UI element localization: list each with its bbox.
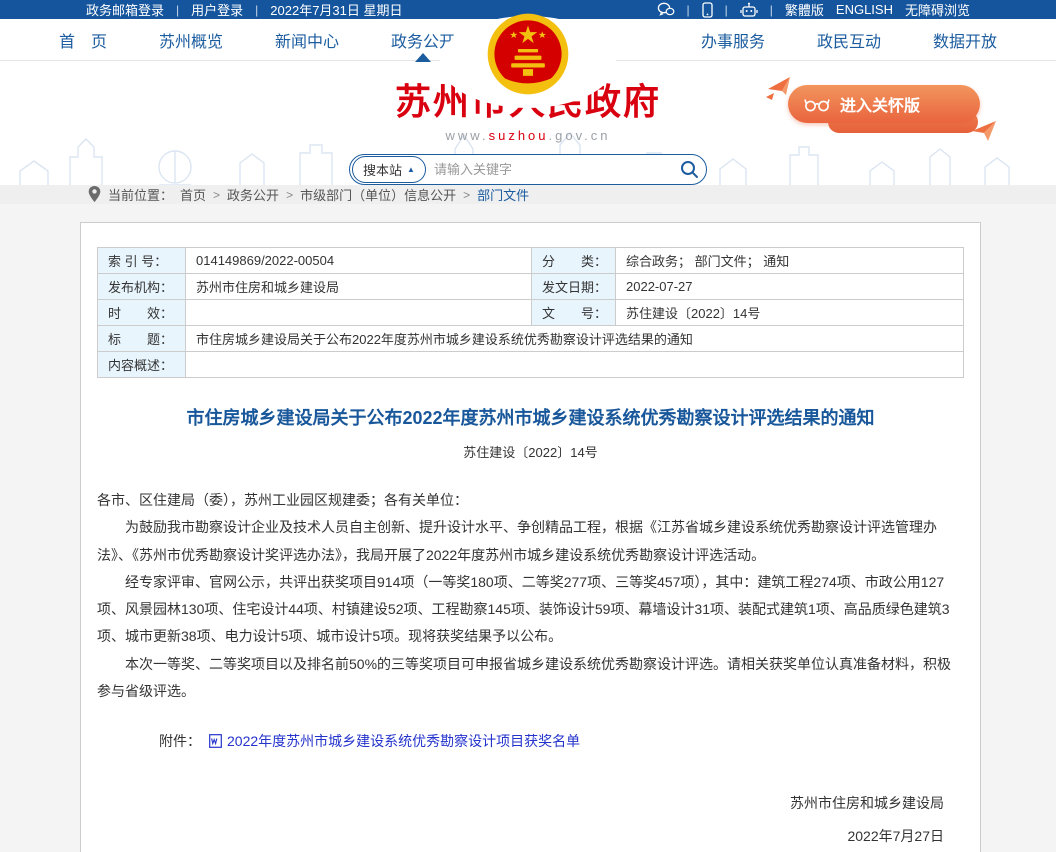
attachment-label: 附件：: [159, 731, 201, 751]
care-button-label: 进入关怀版: [840, 92, 920, 116]
page: 政务邮箱登录 | 用户登录 | 2022年7月31日 星期日 | |: [0, 0, 1056, 852]
nav-item-open-data[interactable]: 数据开放: [929, 19, 1001, 61]
breadcrumb-dept-documents[interactable]: 部门文件: [477, 185, 529, 204]
national-emblem: [486, 12, 570, 101]
mail-login-link[interactable]: 政务邮箱登录: [86, 0, 164, 19]
breadcrumb-separator: >: [286, 188, 293, 202]
document-meta-table: 索 引 号： 014149869/2022-00504 分 类： 综合政务； 部…: [97, 247, 964, 378]
search-scope-label: 搜本站: [363, 160, 402, 179]
english-version-link[interactable]: ENGLISH: [836, 2, 893, 17]
search-icon: [680, 160, 699, 179]
separator: |: [687, 3, 690, 17]
table-row: 索 引 号： 014149869/2022-00504 分 类： 综合政务； 部…: [98, 248, 964, 274]
nav-item-news[interactable]: 新闻中心: [271, 19, 343, 61]
attachment-line: 附件： 2022年度苏州市城乡建设系统优秀勘察设计项目获奖名单: [97, 731, 964, 751]
table-row: 发布机构： 苏州市住房和城乡建设局 发文日期： 2022-07-27: [98, 274, 964, 300]
meta-category-label: 分 类：: [532, 248, 616, 274]
nav-label: 政民互动: [817, 28, 881, 52]
article-title: 市住房城乡建设局关于公布2022年度苏州市城乡建设系统优秀勘察设计评选结果的通知: [97, 404, 964, 430]
signature-date: 2022年7月27日: [97, 820, 944, 852]
paper-plane-icon: [968, 117, 998, 145]
meta-org-label: 发布机构：: [98, 274, 186, 300]
table-row: 内容概述：: [98, 352, 964, 378]
nav-label: 数据开放: [933, 28, 997, 52]
breadcrumb-gov-info[interactable]: 政务公开: [227, 185, 279, 204]
separator: |: [176, 3, 179, 17]
separator: |: [255, 3, 258, 17]
article-paragraph: 经专家评审、官网公示，共评出获奖项目914项（一等奖180项、二等奖277项、三…: [97, 569, 964, 651]
topbar-right: | | | 繁體版 ENG: [657, 0, 970, 19]
search-button[interactable]: [672, 155, 706, 184]
url-www: www.: [446, 128, 489, 143]
url-tld: .gov.cn: [549, 128, 611, 143]
article-paragraph: 各市、区住建局（委），苏州工业园区规建委；各有关单位：: [97, 487, 964, 514]
meta-org-value: 苏州市住房和城乡建设局: [186, 274, 532, 300]
meta-pubdate-value: 2022-07-27: [616, 274, 964, 300]
url-domain: suzhou: [489, 128, 549, 143]
document-card: 索 引 号： 014149869/2022-00504 分 类： 综合政务； 部…: [80, 222, 981, 852]
meta-summary-label: 内容概述：: [98, 352, 186, 378]
search-scope-dropdown[interactable]: 搜本站 ▲: [352, 156, 426, 183]
article-paragraph: 本次一等奖、二等奖项目以及排名前50%的三等奖项目可申报省城乡建设系统优秀勘察设…: [97, 651, 964, 706]
chevron-up-icon: ▲: [407, 165, 415, 174]
breadcrumb: 当前位置： 首页 > 政务公开 > 市级部门（单位）信息公开 > 部门文件: [0, 185, 1056, 204]
meta-validity-label: 时 效：: [98, 300, 186, 326]
nav-item-services[interactable]: 办事服务: [697, 19, 769, 61]
article-paragraph: 为鼓励我市勘察设计企业及技术人员自主创新、提升设计水平、争创精品工程，根据《江苏…: [97, 514, 964, 569]
meta-validity-value: [186, 300, 532, 326]
breadcrumb-separator: >: [213, 188, 220, 202]
signature-org: 苏州市住房和城乡建设局: [97, 787, 944, 819]
meta-category-value: 综合政务； 部门文件； 通知: [616, 248, 964, 274]
word-doc-icon: [209, 734, 222, 748]
robot-icon[interactable]: [740, 2, 758, 18]
nav-item-interaction[interactable]: 政民互动: [813, 19, 885, 61]
nav-item-overview[interactable]: 苏州概览: [155, 19, 227, 61]
wechat-icon[interactable]: [657, 2, 675, 17]
nav-label: 苏州概览: [159, 28, 223, 52]
accessibility-link[interactable]: 无障碍浏览: [905, 0, 970, 19]
signature-block: 苏州市住房和城乡建设局 2022年7月27日: [97, 787, 964, 851]
separator: |: [725, 3, 728, 17]
care-mode-button[interactable]: 进入关怀版: [788, 85, 980, 123]
meta-title-label: 标 题：: [98, 326, 186, 352]
nav-item-home[interactable]: 首 页: [55, 19, 111, 61]
current-date: 2022年7月31日 星期日: [270, 0, 402, 19]
meta-pubdate-label: 发文日期：: [532, 274, 616, 300]
user-login-link[interactable]: 用户登录: [191, 0, 243, 19]
mobile-icon[interactable]: [702, 2, 713, 18]
search-input[interactable]: [426, 162, 672, 177]
meta-index-value: 014149869/2022-00504: [186, 248, 532, 274]
meta-docno-label: 文 号：: [532, 300, 616, 326]
topbar-left: 政务邮箱登录 | 用户登录 | 2022年7月31日 星期日: [86, 0, 403, 19]
separator: |: [770, 3, 773, 17]
meta-docno-value: 苏住建设〔2022〕14号: [616, 300, 964, 326]
breadcrumb-separator: >: [463, 188, 470, 202]
breadcrumb-home[interactable]: 首页: [180, 185, 206, 204]
traditional-version-link[interactable]: 繁體版: [785, 0, 824, 19]
nav-label: 办事服务: [701, 28, 765, 52]
meta-summary-value: [186, 352, 964, 378]
breadcrumb-dept-disclosure[interactable]: 市级部门（单位）信息公开: [300, 185, 456, 204]
meta-title-value: 市住房城乡建设局关于公布2022年度苏州市城乡建设系统优秀勘察设计评选结果的通知: [186, 326, 964, 352]
attachment-link[interactable]: 2022年度苏州市城乡建设系统优秀勘察设计项目获奖名单: [227, 731, 580, 751]
site-search: 搜本站 ▲: [349, 154, 707, 185]
breadcrumb-label: 当前位置：: [108, 185, 173, 204]
main-area: 索 引 号： 014149869/2022-00504 分 类： 综合政务； 部…: [0, 204, 1056, 852]
table-row: 时 效： 文 号： 苏住建设〔2022〕14号: [98, 300, 964, 326]
glasses-icon: [804, 96, 832, 113]
article-body: 各市、区住建局（委），苏州工业园区规建委；各有关单位： 为鼓励我市勘察设计企业及…: [97, 487, 964, 705]
table-row: 标 题： 市住房城乡建设局关于公布2022年度苏州市城乡建设系统优秀勘察设计评选…: [98, 326, 964, 352]
location-pin-icon: [88, 186, 101, 203]
care-mode-area: 进入关怀版: [788, 85, 980, 123]
meta-index-label: 索 引 号：: [98, 248, 186, 274]
article-doc-number: 苏住建设〔2022〕14号: [97, 442, 964, 461]
nav-label: 首 页: [59, 28, 107, 52]
nav-label: 新闻中心: [275, 28, 339, 52]
